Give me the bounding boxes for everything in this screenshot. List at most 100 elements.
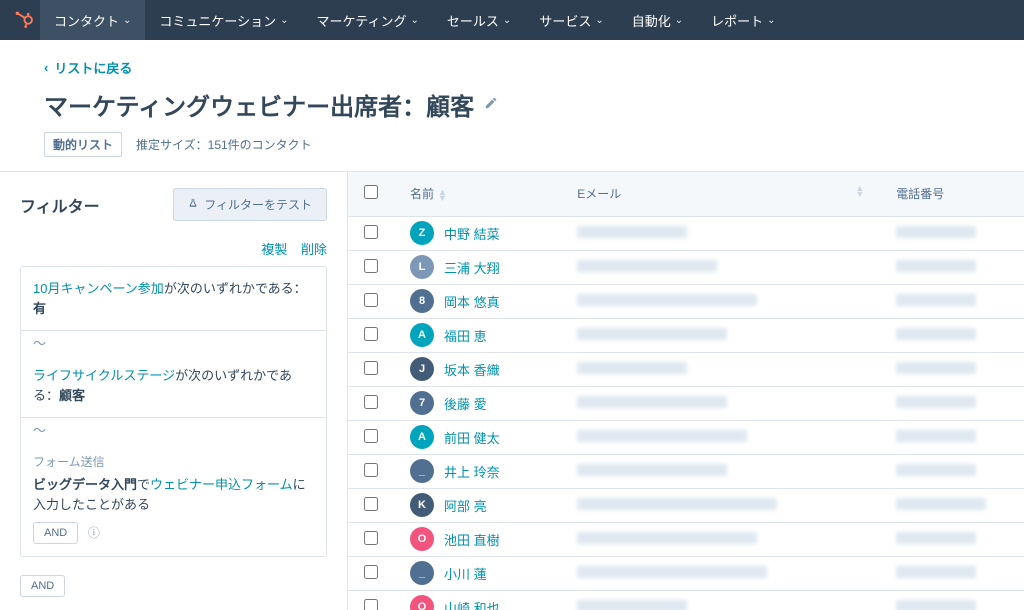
sort-icon: ▲▼: [855, 185, 864, 197]
table-row: A前田 健太: [348, 420, 1024, 454]
row-checkbox[interactable]: [364, 259, 378, 273]
contact-name-link[interactable]: 坂本 香織: [444, 360, 500, 379]
back-label: リストに戻る: [54, 58, 132, 77]
tilde-separator: 〜: [21, 331, 326, 354]
avatar: J: [410, 357, 434, 381]
nav-item[interactable]: サービス ⌄: [525, 0, 617, 40]
table-row: Z 中野 結菜: [348, 216, 1024, 250]
table-row: _ 小川 蓮: [348, 556, 1024, 590]
chevron-left-icon: ‹: [44, 60, 48, 75]
contact-name-link[interactable]: 岡本 悠真: [444, 292, 500, 311]
email-redacted: [577, 566, 767, 578]
test-filter-button[interactable]: フィルターをテスト: [173, 188, 327, 221]
avatar: A: [410, 323, 434, 347]
row-checkbox[interactable]: [364, 531, 378, 545]
nav-label: レポート: [711, 11, 763, 30]
email-redacted: [577, 464, 727, 476]
email-redacted: [577, 430, 747, 442]
phone-redacted: [896, 464, 976, 476]
hubspot-logo-icon[interactable]: [8, 4, 40, 36]
row-checkbox[interactable]: [364, 565, 378, 579]
table-row: _ 井上 玲奈: [348, 454, 1024, 488]
chevron-down-icon: ⌄: [123, 15, 131, 26]
chevron-down-icon: ⌄: [767, 15, 775, 26]
col-name[interactable]: 名前▲▼: [394, 172, 561, 216]
phone-redacted: [896, 362, 976, 374]
contact-name-link[interactable]: 井上 玲奈: [444, 462, 500, 481]
table-row: 8岡本 悠真: [348, 284, 1024, 318]
nav-label: サービス: [539, 11, 591, 30]
avatar: O: [410, 595, 434, 610]
row-checkbox[interactable]: [364, 293, 378, 307]
and-button-inner[interactable]: AND: [33, 522, 78, 544]
back-link[interactable]: ‹ リストに戻る: [44, 58, 132, 77]
contact-name-link[interactable]: 福田 恵: [444, 326, 487, 345]
contact-name-link[interactable]: 阿部 亮: [444, 496, 487, 515]
phone-redacted: [896, 532, 976, 544]
phone-redacted: [896, 430, 976, 442]
email-redacted: [577, 362, 687, 374]
col-email[interactable]: Eメール▲▼: [561, 172, 880, 216]
email-redacted: [577, 532, 757, 544]
nav-item[interactable]: セールス⌄: [433, 0, 525, 40]
row-checkbox[interactable]: [364, 395, 378, 409]
filter-card[interactable]: 10月キャンペーン参加が次のいずれかである：有: [21, 267, 326, 331]
contact-name-link[interactable]: 山崎 和也: [444, 598, 500, 610]
delete-link[interactable]: 削除: [301, 242, 327, 257]
chevron-down-icon: ⌄: [595, 15, 603, 26]
avatar: _: [410, 561, 434, 585]
email-redacted: [577, 498, 777, 510]
nav-label: 自動化: [632, 11, 671, 30]
contact-name-link[interactable]: 前田 健太: [444, 428, 500, 447]
avatar: O: [410, 527, 434, 551]
and-button-outer[interactable]: AND: [20, 575, 65, 597]
nav-label: コンタクト: [54, 11, 119, 30]
avatar: _: [410, 459, 434, 483]
filter-sidebar: フィルター フィルターをテスト 複製 削除 10月キャンペーン参加が次のいずれか…: [0, 172, 348, 610]
select-all-checkbox[interactable]: [364, 185, 378, 199]
nav-item[interactable]: 自動化⌄: [618, 0, 697, 40]
col-phone[interactable]: 電話番号: [880, 172, 1024, 216]
list-type-badge: 動的リスト: [44, 132, 122, 157]
duplicate-link[interactable]: 複製: [261, 242, 287, 257]
phone-redacted: [896, 328, 976, 340]
avatar: L: [410, 255, 434, 279]
contact-name-link[interactable]: 中野 結菜: [444, 224, 500, 243]
contacts-table-wrap: 名前▲▼ Eメール▲▼ 電話番号 Z 中野 結菜 L 三浦 大翔 8岡本 悠真 A 福田 恵…: [348, 172, 1024, 610]
chevron-down-icon: ⌄: [503, 15, 511, 26]
page-header: ‹ リストに戻る マーケティングウェビナー出席者：顧客 動的リスト 推定サイズ：…: [0, 40, 1024, 172]
phone-redacted: [896, 260, 976, 272]
nav-item[interactable]: コンタクト ⌄: [40, 0, 145, 40]
contact-name-link[interactable]: 後藤 愛: [444, 394, 487, 413]
nav-label: コミュニケーション: [159, 11, 276, 30]
list-size-text: 推定サイズ：151件のコンタクト: [136, 136, 312, 153]
row-checkbox[interactable]: [364, 327, 378, 341]
row-checkbox[interactable]: [364, 361, 378, 375]
row-checkbox[interactable]: [364, 225, 378, 239]
email-redacted: [577, 396, 727, 408]
edit-icon[interactable]: [484, 96, 498, 113]
contact-name-link[interactable]: 三浦 大翔: [444, 258, 500, 277]
phone-redacted: [896, 396, 976, 408]
row-checkbox[interactable]: [364, 429, 378, 443]
table-row: O 池田 直樹: [348, 522, 1024, 556]
nav-item[interactable]: レポート ⌄: [697, 0, 789, 40]
contact-name-link[interactable]: 池田 直樹: [444, 530, 500, 549]
avatar: 7: [410, 391, 434, 415]
nav-item[interactable]: マーケティング⌄: [303, 0, 433, 40]
email-redacted: [577, 260, 717, 272]
filter-group-1: 10月キャンペーン参加が次のいずれかである：有 〜 ライフサイクルステージが次の…: [20, 266, 327, 557]
chevron-down-icon: ⌄: [280, 15, 288, 26]
nav-item[interactable]: コミュニケーション ⌄: [145, 0, 302, 40]
phone-redacted: [896, 226, 976, 238]
phone-redacted: [896, 600, 976, 610]
chevron-down-icon: ⌄: [411, 15, 419, 26]
filter-card[interactable]: フォーム送信 ビッグデータ入門でウェビナー申込フォームに入力したことがある AN…: [21, 441, 326, 556]
info-icon[interactable]: ⓘ: [88, 526, 100, 540]
row-checkbox[interactable]: [364, 497, 378, 511]
avatar: Z: [410, 221, 434, 245]
row-checkbox[interactable]: [364, 599, 378, 610]
contact-name-link[interactable]: 小川 蓮: [444, 564, 487, 583]
filter-card[interactable]: ライフサイクルステージが次のいずれかである：顧客: [21, 354, 326, 418]
row-checkbox[interactable]: [364, 463, 378, 477]
